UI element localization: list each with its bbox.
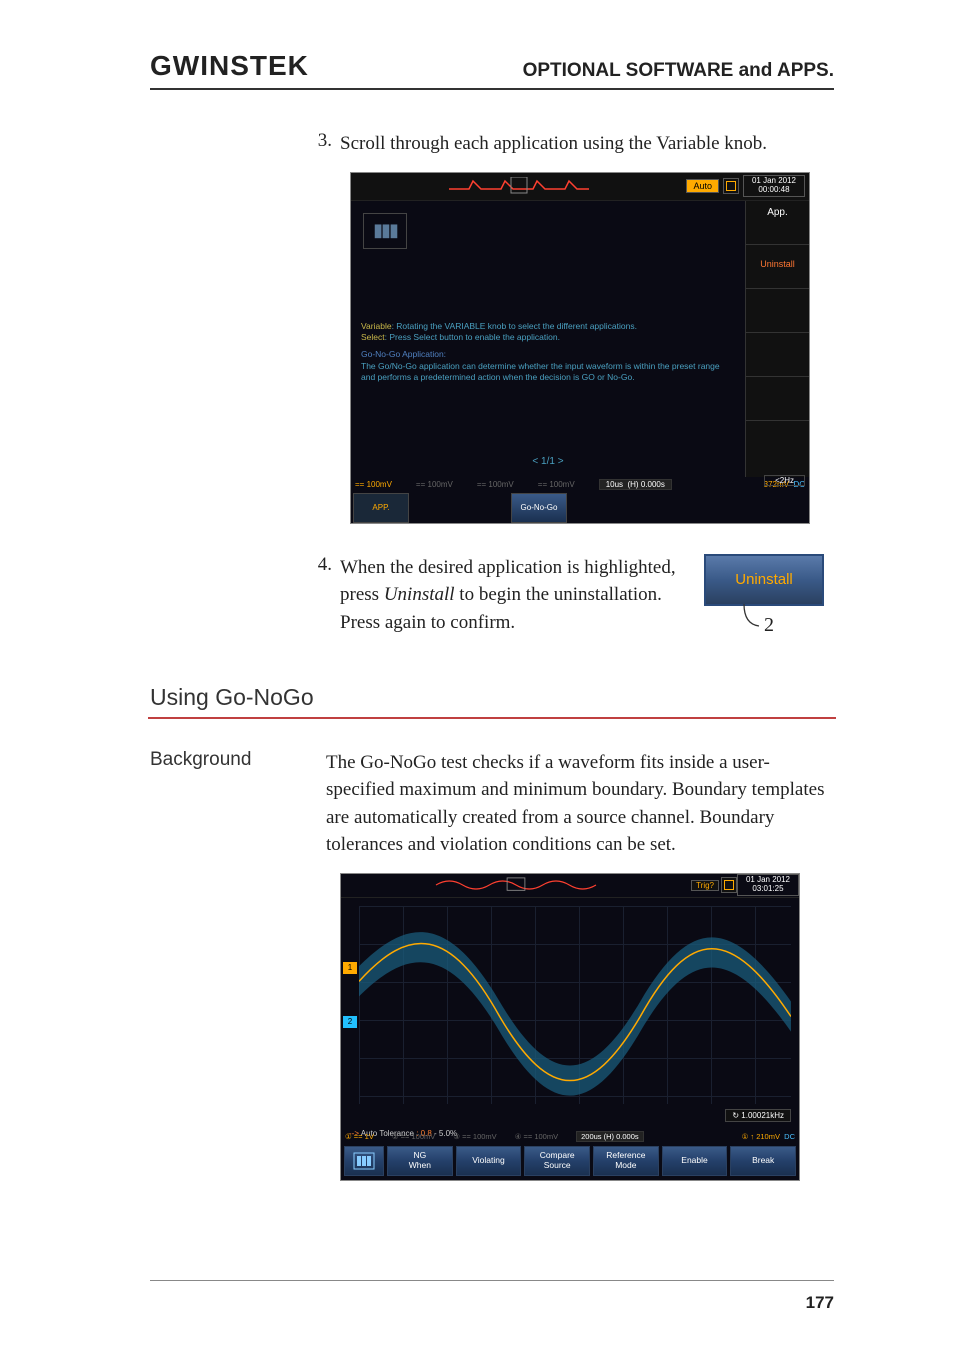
step-4-number: 4. <box>300 554 340 637</box>
page-header-title: OPTIONAL SOFTWARE and APPS. <box>523 60 834 82</box>
ch2-scale-label: ② == 100mV <box>392 1132 435 1141</box>
app-thumbnail-icon: ▮▮▮ <box>363 213 407 249</box>
datetime-badge: 01 Jan 201203:01:25 <box>737 874 799 896</box>
step-4-text: When the desired application is highligh… <box>340 554 684 637</box>
variable-hint-label: Variable <box>361 321 392 331</box>
ch3-label: == 100mV <box>477 480 514 489</box>
frequency-badge: <2Hz <box>764 475 805 486</box>
variable-hint-text: : Rotating the VARIABLE knob to select t… <box>392 321 637 331</box>
section-heading: Using Go-NoGo <box>150 684 834 711</box>
side-uninstall-button[interactable]: Uninstall <box>746 245 809 289</box>
ch2-marker-icon: 2 <box>343 1016 357 1028</box>
ch1-label: == 100mV <box>355 480 392 489</box>
ch1-marker-icon: 1 <box>343 962 357 974</box>
step-3-number: 3. <box>300 130 340 158</box>
app-description-text: The Go/No-Go application can determine w… <box>361 361 735 384</box>
stop-icon <box>721 877 737 893</box>
frequency-readout: ↻ 1.00021kHz <box>725 1109 791 1122</box>
softkey-compare-source[interactable]: Compare Source <box>524 1146 590 1176</box>
side-empty-button <box>746 377 809 421</box>
softkey-ng-when[interactable]: NG When <box>387 1146 453 1176</box>
ch4-scale-label: ④ == 100mV <box>515 1132 558 1141</box>
page-indicator: < 1/1 > <box>351 456 745 467</box>
ch3-scale-label: ③ == 100mV <box>453 1132 496 1141</box>
trigger-level-label: ① ↑ 210mV DC <box>742 1132 795 1141</box>
ch2-label: == 100mV <box>416 480 453 489</box>
timebase-label: 200us (H) 0.000s <box>576 1131 644 1142</box>
timebase-label: 10us (H) 0.000s <box>599 479 672 490</box>
softkey-break[interactable]: Break <box>730 1146 796 1176</box>
gonogo-screenshot: Trig? 01 Jan 201203:01:25 1 2 --> Auto T… <box>340 873 800 1181</box>
page-number: 177 <box>806 1293 834 1313</box>
auto-badge: Auto <box>686 179 719 193</box>
footer-rule <box>150 1280 834 1281</box>
app-title-text: Go-No-Go Application: <box>361 349 735 360</box>
step-3-text: Scroll through each application using th… <box>340 130 834 158</box>
waveform-thumbnail-icon <box>355 177 682 195</box>
softkey-violating[interactable]: Violating <box>456 1146 522 1176</box>
background-label: Background <box>150 749 290 859</box>
waveform-plot <box>359 906 791 1107</box>
callout-number: 2 <box>764 614 774 637</box>
datetime-badge: 01 Jan 201200:00:48 <box>743 175 805 197</box>
ch1-scale-label: ① == 1V <box>345 1132 374 1141</box>
stop-icon <box>723 178 739 194</box>
select-hint-label: Select <box>361 332 385 342</box>
side-app-button[interactable]: App. <box>746 201 809 245</box>
bottom-gonogo-button[interactable]: Go-No-Go <box>511 493 567 523</box>
uninstall-softkey[interactable]: Uninstall <box>704 554 824 606</box>
waveform-thumbnail-icon <box>341 877 691 893</box>
background-text: The Go-NoGo test checks if a waveform fi… <box>326 749 834 859</box>
trig-badge: Trig? <box>691 880 719 891</box>
softkey-app-icon[interactable] <box>344 1146 384 1176</box>
app-list-screenshot: Auto 01 Jan 201200:00:48 ▮▮▮ Variable: R… <box>350 172 810 524</box>
ch4-label: == 100mV <box>538 480 575 489</box>
softkey-reference-mode[interactable]: Reference Mode <box>593 1146 659 1176</box>
side-empty-button <box>746 333 809 377</box>
select-hint-text: : Press Select button to enable the appl… <box>385 332 560 342</box>
bottom-app-button[interactable]: APP. <box>353 493 409 523</box>
brand-logo: GWINSTEK <box>150 50 309 82</box>
section-rule <box>148 717 836 719</box>
side-empty-button <box>746 289 809 333</box>
softkey-enable[interactable]: Enable <box>662 1146 728 1176</box>
